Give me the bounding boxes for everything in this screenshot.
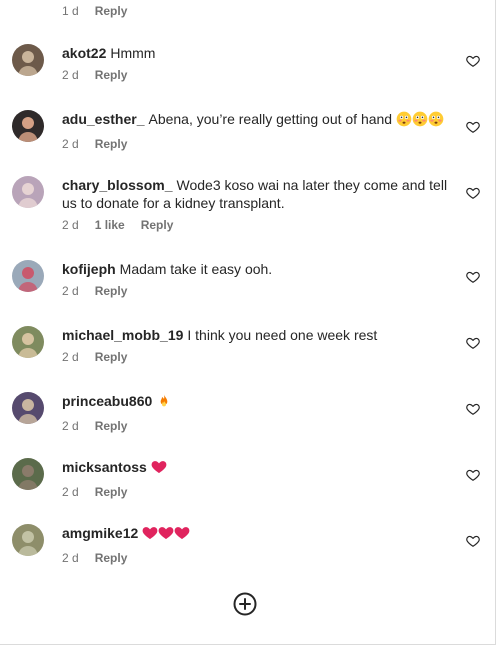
comment-username[interactable]: princeabu860 <box>62 393 152 409</box>
comment-username[interactable]: adu_esther_ <box>62 111 144 127</box>
comment-emojis <box>151 459 167 475</box>
like-comment-button[interactable] <box>466 54 480 68</box>
red-heart-emoji <box>158 525 174 545</box>
avatar[interactable] <box>12 458 44 490</box>
comment-body: michael_mobb_19 I think you need one week… <box>62 326 452 364</box>
comment-meta: 2 d Reply <box>62 551 452 565</box>
comment-body: amgmike12 2 d Reply <box>62 524 452 565</box>
reply-button[interactable]: Reply <box>95 419 128 433</box>
comment-time: 2 d <box>62 551 79 565</box>
comment-time: 1 d <box>62 4 79 18</box>
comment-emojis <box>396 111 444 127</box>
flushed-face-emoji <box>428 111 444 131</box>
comment-text: Abena, you’re really getting out of hand <box>148 111 393 127</box>
avatar[interactable] <box>12 44 44 76</box>
comment-time: 2 d <box>62 137 79 151</box>
flushed-face-emoji <box>396 111 412 131</box>
comment-text: I think you need one week rest <box>187 327 378 343</box>
like-comment-button[interactable] <box>466 270 480 284</box>
comment-item: kofijeph Madam take it easy ooh. 2 d Reply <box>12 260 482 320</box>
comment-meta: 2 d Reply <box>62 485 452 499</box>
heart-outline-icon <box>466 271 480 283</box>
comment-username[interactable]: amgmike12 <box>62 525 138 541</box>
comment-username[interactable]: kofijeph <box>62 261 116 277</box>
reply-button[interactable]: Reply <box>95 350 128 364</box>
comment-text: Hmmm <box>110 45 156 61</box>
avatar[interactable] <box>12 110 44 142</box>
comment-body: micksantoss 2 d Reply <box>62 458 452 499</box>
comment-username[interactable]: michael_mobb_19 <box>62 327 183 343</box>
like-comment-button[interactable] <box>466 468 480 482</box>
like-count[interactable]: 1 like <box>95 218 125 232</box>
comment-item: princeabu860 2 d Reply <box>12 392 482 452</box>
comment-item: akot22 Hmmm 2 d Reply <box>12 44 482 104</box>
red-heart-emoji <box>142 525 158 545</box>
reply-button[interactable]: Reply <box>95 137 128 151</box>
comment-time: 2 d <box>62 68 79 82</box>
heart-outline-icon <box>466 469 480 481</box>
reply-button[interactable]: Reply <box>95 68 128 82</box>
flushed-face-emoji <box>412 111 428 131</box>
comment-body: princeabu860 2 d Reply <box>62 392 452 433</box>
comment-body: adu_esther_ Abena, you’re really getting … <box>62 110 452 151</box>
avatar[interactable] <box>12 326 44 358</box>
comment-body: chary_blossom_ Wode3 koso wai na later th… <box>62 176 452 232</box>
comment-item: chary_blossom_ Wode3 koso wai na later th… <box>12 176 482 236</box>
red-heart-emoji <box>151 459 167 479</box>
red-heart-emoji <box>174 525 190 545</box>
comment-time: 2 d <box>62 218 79 232</box>
previous-comment-meta: 1 d Reply <box>62 4 127 18</box>
comment-username[interactable]: chary_blossom_ <box>62 177 173 193</box>
comment-username[interactable]: micksantoss <box>62 459 147 475</box>
avatar[interactable] <box>12 524 44 556</box>
comment-time: 2 d <box>62 485 79 499</box>
reply-button[interactable]: Reply <box>95 485 128 499</box>
like-comment-button[interactable] <box>466 186 480 200</box>
comment-meta: 2 d Reply <box>62 284 452 298</box>
heart-outline-icon <box>466 55 480 67</box>
comment-item: micksantoss 2 d Reply <box>12 458 482 518</box>
plus-circle-icon <box>233 592 257 616</box>
avatar[interactable] <box>12 392 44 424</box>
comment-body: kofijeph Madam take it easy ooh. 2 d Reply <box>62 260 452 298</box>
heart-outline-icon <box>466 121 480 133</box>
comment-text: Madam take it easy ooh. <box>119 261 273 277</box>
comment-item: adu_esther_ Abena, you’re really getting … <box>12 110 482 170</box>
like-comment-button[interactable] <box>466 336 480 350</box>
comment-item: michael_mobb_19 I think you need one week… <box>12 326 482 386</box>
comment-meta: 2 d 1 like Reply <box>62 218 452 232</box>
heart-outline-icon <box>466 535 480 547</box>
comment-meta: 2 d Reply <box>62 350 452 364</box>
comment-emojis <box>156 393 172 409</box>
comment-username[interactable]: akot22 <box>62 45 106 61</box>
reply-button[interactable]: Reply <box>95 4 128 18</box>
comments-panel: 1 d Reply akot22 Hmmm 2 d Reply adu_esther_ A… <box>0 0 496 645</box>
reply-button[interactable]: Reply <box>141 218 174 232</box>
comment-meta: 2 d Reply <box>62 137 452 151</box>
comment-item: amgmike12 2 d Reply <box>12 524 482 584</box>
avatar[interactable] <box>12 260 44 292</box>
reply-button[interactable]: Reply <box>95 551 128 565</box>
like-comment-button[interactable] <box>466 120 480 134</box>
heart-outline-icon <box>466 187 480 199</box>
like-comment-button[interactable] <box>466 534 480 548</box>
avatar[interactable] <box>12 176 44 208</box>
comment-time: 2 d <box>62 419 79 433</box>
reply-button[interactable]: Reply <box>95 284 128 298</box>
comment-meta: 2 d Reply <box>62 419 452 433</box>
comment-time: 2 d <box>62 350 79 364</box>
comment-meta: 2 d Reply <box>62 68 452 82</box>
heart-outline-icon <box>466 337 480 349</box>
like-comment-button[interactable] <box>466 402 480 416</box>
fire-emoji <box>156 393 172 413</box>
load-more-comments-button[interactable] <box>233 592 257 616</box>
heart-outline-icon <box>466 403 480 415</box>
comment-emojis <box>142 525 190 541</box>
comment-time: 2 d <box>62 284 79 298</box>
comment-body: akot22 Hmmm 2 d Reply <box>62 44 452 82</box>
